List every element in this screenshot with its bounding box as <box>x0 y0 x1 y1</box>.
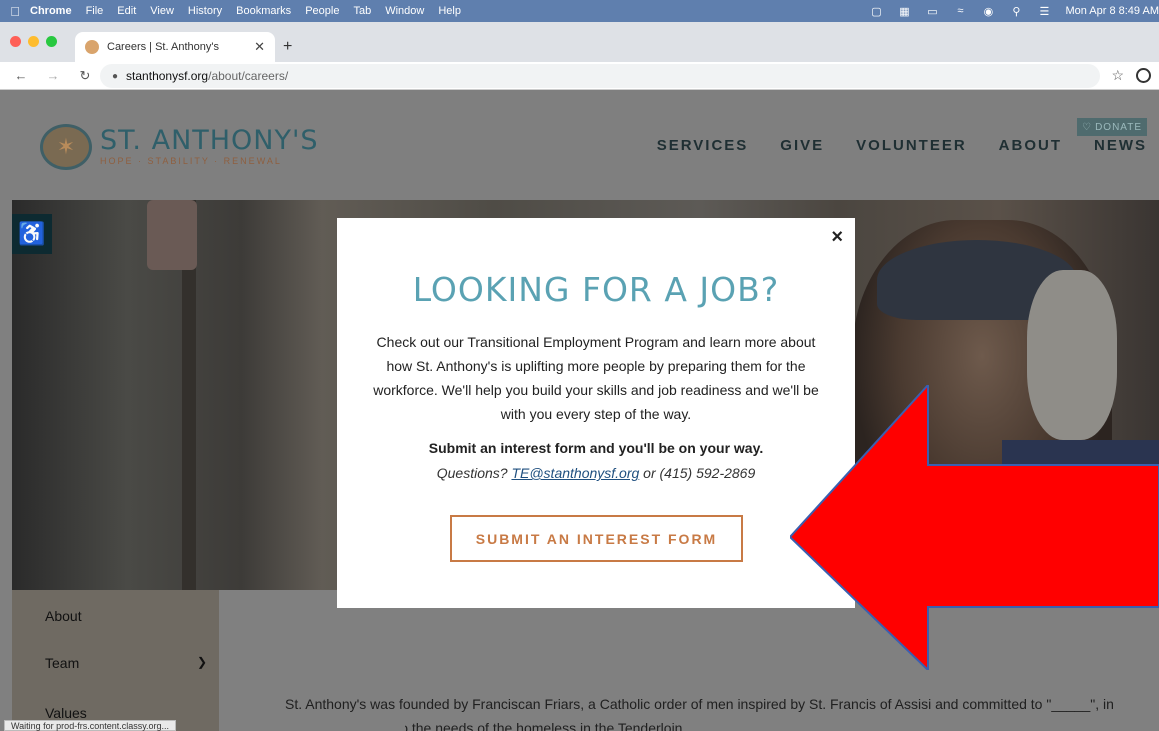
nav-services[interactable]: SERVICES <box>657 137 749 154</box>
window-controls <box>10 36 57 47</box>
job-popup-modal: × LOOKING FOR A JOB? Check out our Trans… <box>337 218 855 608</box>
screen-icon[interactable]: ▢ <box>869 5 883 18</box>
donate-button[interactable]: ♡ DONATE <box>1077 118 1147 136</box>
stop-sign <box>147 200 197 270</box>
red-annotation-arrow <box>790 385 1159 670</box>
tab-close-icon[interactable]: ✕ <box>254 39 265 55</box>
browser-toolbar: ← → ↻ ● stanthonysf.org/about/careers/ ☆ <box>0 62 1159 90</box>
site-logo[interactable]: ✶ ST. ANTHONY'S HOPE · STABILITY · RENEW… <box>40 124 319 170</box>
spotlight-search-icon[interactable]: ⚲ <box>1009 5 1023 18</box>
reload-icon[interactable]: ↻ <box>74 68 96 84</box>
menu-app-name[interactable]: Chrome <box>30 5 72 17</box>
chevron-down-icon[interactable]: ❯ <box>197 655 207 669</box>
favicon-icon <box>85 40 99 54</box>
apple-icon[interactable]:  <box>0 4 30 19</box>
donate-label: DONATE <box>1095 121 1142 133</box>
email-link[interactable]: TE@stanthonysf.org <box>511 465 639 481</box>
st-anthony-logo-icon: ✶ <box>40 124 92 170</box>
menu-edit[interactable]: Edit <box>117 5 136 17</box>
main-navigation: SERVICES GIVE VOLUNTEER ABOUT NEWS <box>657 137 1147 154</box>
minimize-window-icon[interactable] <box>28 36 39 47</box>
about-body-text: St. Anthony's was founded by Franciscan … <box>285 696 1114 731</box>
phone-text: or (415) 592-2869 <box>643 465 756 481</box>
about-sidebar-menu: About Team ❯ Values <box>12 590 219 731</box>
menubar-clock[interactable]: Mon Apr 8 8:49 AM <box>1065 5 1159 17</box>
logo-name: ST. ANTHONY'S <box>100 125 319 156</box>
questions-prefix: Questions? <box>436 465 508 481</box>
url-host: stanthonysf.org <box>126 69 209 83</box>
browser-tab-strip: Careers | St. Anthony's ✕ + <box>0 22 1159 62</box>
sidebar-item-about[interactable]: About <box>45 608 82 624</box>
url-path: /about/careers/ <box>208 69 289 83</box>
modal-cta-text: Submit an interest form and you'll be on… <box>428 440 764 456</box>
lock-icon[interactable]: ● <box>112 71 118 82</box>
battery-icon[interactable]: ▭ <box>925 5 939 18</box>
menu-tab[interactable]: Tab <box>353 5 371 17</box>
bookmark-star-icon[interactable]: ☆ <box>1111 67 1124 84</box>
menubar-status-area: ▢ ▦ ▭ ≈ ◉ ⚲ ☰ Mon Apr 8 8:49 AM <box>869 0 1159 22</box>
control-center-icon[interactable]: ☰ <box>1037 5 1051 18</box>
user-icon[interactable]: ◉ <box>981 5 995 18</box>
address-bar[interactable]: ● stanthonysf.org/about/careers/ <box>100 64 1100 88</box>
nav-give[interactable]: GIVE <box>780 137 824 154</box>
site-header: ♡ DONATE ✶ ST. ANTHONY'S HOPE · STABILITY… <box>0 90 1159 200</box>
zoom-window-icon[interactable] <box>46 36 57 47</box>
macos-menubar:  Chrome File Edit View History Bookmark… <box>0 0 1159 22</box>
forward-arrow-icon[interactable]: → <box>42 68 64 83</box>
status-overlay-mask <box>285 715 405 731</box>
browser-status-bar: Waiting for prod-frs.content.classy.org.… <box>4 720 177 731</box>
menu-file[interactable]: File <box>86 5 104 17</box>
logo-tagline: HOPE · STABILITY · RENEWAL <box>100 156 282 166</box>
modal-description: Check out our Transitional Employment Pr… <box>373 334 819 422</box>
close-icon[interactable]: × <box>831 226 843 249</box>
close-window-icon[interactable] <box>10 36 21 47</box>
calendar-icon[interactable]: ▦ <box>897 5 911 18</box>
menu-help[interactable]: Help <box>438 5 461 17</box>
sidebar-item-values[interactable]: Values <box>45 705 87 721</box>
nav-volunteer[interactable]: VOLUNTEER <box>856 137 967 154</box>
new-tab-plus-icon[interactable]: + <box>283 38 292 56</box>
menu-bookmarks[interactable]: Bookmarks <box>236 5 291 17</box>
menu-view[interactable]: View <box>150 5 174 17</box>
profile-avatar-icon[interactable] <box>1136 68 1151 83</box>
submit-interest-form-button[interactable]: SUBMIT AN INTEREST FORM <box>450 515 743 562</box>
accessibility-wheelchair-icon[interactable]: ♿ <box>12 214 52 254</box>
tab-title: Careers | St. Anthony's <box>107 41 219 53</box>
arrow-shape <box>790 385 1159 670</box>
nav-news[interactable]: NEWS <box>1094 137 1147 154</box>
modal-contact-line: Questions? TE@stanthonysf.org or (415) 5… <box>337 465 855 481</box>
wifi-icon[interactable]: ≈ <box>953 5 967 17</box>
menu-people[interactable]: People <box>305 5 339 17</box>
sidebar-item-team[interactable]: Team <box>45 655 79 671</box>
menu-window[interactable]: Window <box>385 5 424 17</box>
modal-title: LOOKING FOR A JOB? <box>412 270 780 309</box>
menu-history[interactable]: History <box>188 5 222 17</box>
nav-about[interactable]: ABOUT <box>999 137 1062 154</box>
heart-icon: ♡ <box>1082 121 1093 133</box>
browser-tab-active[interactable]: Careers | St. Anthony's ✕ <box>75 32 275 62</box>
back-arrow-icon[interactable]: ← <box>10 68 32 83</box>
